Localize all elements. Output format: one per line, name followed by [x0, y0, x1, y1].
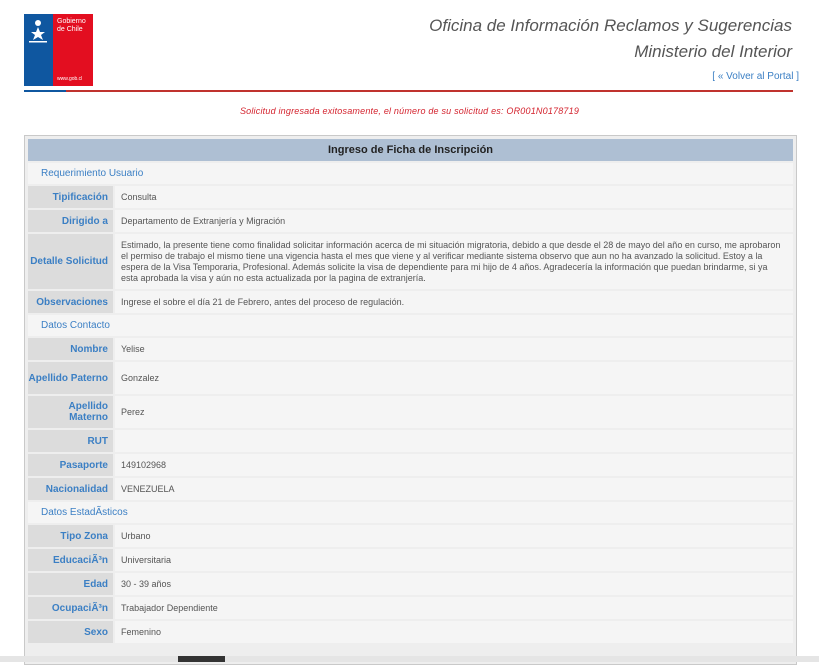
apellido-paterno-label: Apellido Paterno [28, 362, 113, 394]
nombre-value: Yelise [115, 338, 793, 360]
logo-url: www.gob.cl [57, 76, 83, 82]
back-to-portal: [ « Volver al Portal ] [712, 71, 799, 82]
ocupacion-label: OcupaciÃ³n [28, 597, 113, 619]
nacionalidad-value: VENEZUELA [115, 478, 793, 500]
observaciones-label: Observaciones [28, 291, 113, 313]
sexo-label: Sexo [28, 621, 113, 643]
back-to-portal-link[interactable]: « Volver al Portal [718, 71, 794, 82]
row-apellido-paterno: Apellido Paterno Gonzalez [28, 362, 793, 394]
row-educacion: EducaciÃ³n Universitaria [28, 549, 793, 571]
row-observaciones: Observaciones Ingrese el sobre el día 21… [28, 291, 793, 313]
row-apellido-materno: Apellido Materno Perez [28, 396, 793, 428]
horizontal-scrollbar[interactable] [0, 656, 819, 662]
tipificacion-label: Tipificación [28, 186, 113, 208]
nacionalidad-label: Nacionalidad [28, 478, 113, 500]
ocupacion-value: Trabajador Dependiente [115, 597, 793, 619]
row-sexo: Sexo Femenino [28, 621, 793, 643]
row-rut: RUT [28, 430, 793, 452]
header-divider-accent [24, 90, 66, 92]
section-estadisticos: Datos EstadÃ­sticos [28, 502, 793, 523]
observaciones-value: Ingrese el sobre el día 21 de Febrero, a… [115, 291, 793, 313]
row-nacionalidad: Nacionalidad VENEZUELA [28, 478, 793, 500]
apellido-materno-label: Apellido Materno [28, 396, 113, 428]
section-contacto: Datos Contacto [28, 315, 793, 336]
sexo-value: Femenino [115, 621, 793, 643]
form-title: Ingreso de Ficha de Inscripción [28, 139, 793, 161]
row-pasaporte: Pasaporte 149102968 [28, 454, 793, 476]
success-message: Solicitud ingresada exitosamente, el núm… [239, 106, 580, 116]
tipificacion-value: Consulta [115, 186, 793, 208]
detalle-value: Estimado, la presente tiene como finalid… [115, 234, 793, 289]
educacion-label: EducaciÃ³n [28, 549, 113, 571]
row-tipificacion: Tipificación Consulta [28, 186, 793, 208]
header-divider [24, 90, 793, 92]
pasaporte-label: Pasaporte [28, 454, 113, 476]
ministry-title: Ministerio del Interior [634, 42, 792, 61]
apellido-materno-value: Perez [115, 396, 793, 428]
rut-label: RUT [28, 430, 113, 452]
scrollbar-thumb[interactable] [178, 656, 225, 662]
logo-wordmark: Gobierno de Chile [57, 18, 86, 33]
coat-of-arms-icon [29, 20, 47, 43]
apellido-paterno-value: Gonzalez [115, 362, 793, 394]
row-dirigido: Dirigido a Departamento de Extranjería y… [28, 210, 793, 232]
pasaporte-value: 149102968 [115, 454, 793, 476]
dirigido-value: Departamento de Extranjería y Migración [115, 210, 793, 232]
inscription-form: Ingreso de Ficha de Inscripción Requerim… [24, 135, 797, 665]
row-detalle: Detalle Solicitud Estimado, la presente … [28, 234, 793, 289]
nombre-label: Nombre [28, 338, 113, 360]
detalle-label: Detalle Solicitud [28, 234, 113, 289]
row-edad: Edad 30 - 39 años [28, 573, 793, 595]
tipo-zona-value: Urbano [115, 525, 793, 547]
dirigido-label: Dirigido a [28, 210, 113, 232]
tipo-zona-label: Tipo Zona [28, 525, 113, 547]
section-requerimiento: Requerimiento Usuario [28, 163, 793, 184]
office-title: Oficina de Información Reclamos y Sugere… [429, 16, 792, 35]
gobierno-de-chile-logo[interactable]: Gobierno de Chile www.gob.cl [24, 14, 93, 86]
row-nombre: Nombre Yelise [28, 338, 793, 360]
edad-label: Edad [28, 573, 113, 595]
educacion-value: Universitaria [115, 549, 793, 571]
rut-value [115, 430, 793, 452]
edad-value: 30 - 39 años [115, 573, 793, 595]
bracket-close: ] [793, 71, 799, 82]
row-ocupacion: OcupaciÃ³n Trabajador Dependiente [28, 597, 793, 619]
row-tipo-zona: Tipo Zona Urbano [28, 525, 793, 547]
